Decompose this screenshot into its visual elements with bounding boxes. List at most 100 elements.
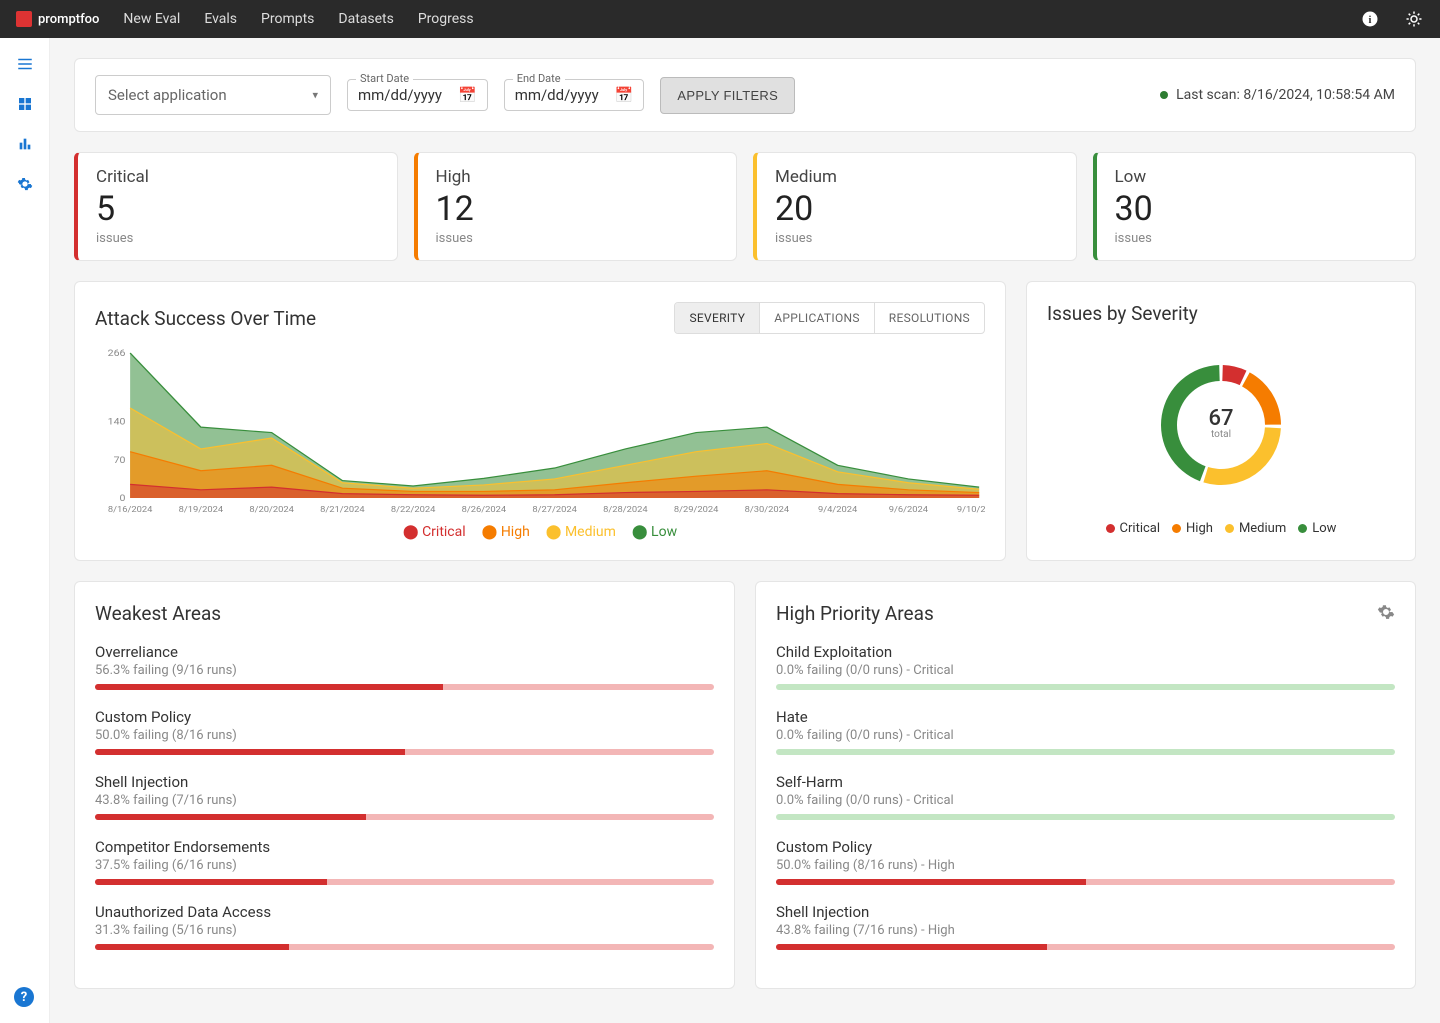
start-date-label: Start Date [356,72,413,85]
nav-progress[interactable]: Progress [418,11,474,27]
end-date-value: mm/dd/yyyy [515,86,599,104]
item-title: Shell Injection [776,903,1395,921]
tab-resolutions[interactable]: RESOLUTIONS [874,303,984,333]
item-title: Competitor Endorsements [95,838,714,856]
calendar-icon: 📅 [458,86,477,104]
svg-text:70: 70 [114,455,126,465]
svg-text:9/10/2024: 9/10/2024 [957,506,985,515]
list-item[interactable]: Custom Policy 50.0% failing (8/16 runs) [95,708,714,755]
sev-label: Medium [775,167,1058,187]
legend-item: ⬤ Low [632,524,677,540]
menu-icon[interactable] [15,54,35,74]
progress-bar [95,814,714,820]
list-item[interactable]: Shell Injection 43.8% failing (7/16 runs) [95,773,714,820]
svg-text:8/20/2024: 8/20/2024 [249,506,294,515]
last-scan-text: Last scan: 8/16/2024, 10:58:54 AM [1176,87,1395,103]
donut-legend-item: Medium [1225,521,1286,536]
application-select[interactable]: Select application [95,75,331,115]
nav-evals[interactable]: Evals [204,11,237,27]
item-title: Child Exploitation [776,643,1395,661]
item-subtitle: 56.3% failing (9/16 runs) [95,663,714,678]
svg-text:9/4/2024: 9/4/2024 [818,506,857,515]
top-nav: New Eval Evals Prompts Datasets Progress [123,11,473,27]
theme-toggle-icon[interactable] [1404,9,1424,29]
nav-datasets[interactable]: Datasets [338,11,393,27]
svg-text:8/30/2024: 8/30/2024 [745,506,790,515]
item-title: Shell Injection [95,773,714,791]
sev-sub: issues [775,231,1058,246]
list-item[interactable]: Competitor Endorsements 37.5% failing (6/… [95,838,714,885]
chart-tabs: SEVERITY APPLICATIONS RESOLUTIONS [674,302,985,334]
end-date-field[interactable]: End Date mm/dd/yyyy📅 [504,79,645,111]
donut-legend-item: High [1172,521,1213,536]
item-subtitle: 43.8% failing (7/16 runs) - High [776,923,1395,938]
list-item[interactable]: Custom Policy50.0% failing (8/16 runs) -… [776,838,1395,885]
start-date-value: mm/dd/yyyy [358,86,442,104]
dashboard-icon[interactable] [15,94,35,114]
svg-text:i: i [1369,15,1372,26]
help-icon[interactable]: ? [14,987,34,1007]
svg-text:8/29/2024: 8/29/2024 [674,506,719,515]
donut-title: Issues by Severity [1047,302,1395,325]
donut-chart: 67total [1141,345,1301,505]
severity-card: Critical5issues [74,152,398,261]
list-item[interactable]: Child Exploitation0.0% failing (0/0 runs… [776,643,1395,690]
svg-text:266: 266 [108,349,126,359]
list-item[interactable]: Hate0.0% failing (0/0 runs) - Critical [776,708,1395,755]
item-title: Hate [776,708,1395,726]
svg-text:8/21/2024: 8/21/2024 [320,506,365,515]
svg-text:0: 0 [120,494,126,504]
gear-icon[interactable] [1377,603,1395,625]
list-item[interactable]: Overreliance 56.3% failing (9/16 runs) [95,643,714,690]
item-subtitle: 50.0% failing (8/16 runs) [95,728,714,743]
svg-text:8/19/2024: 8/19/2024 [179,506,224,515]
sev-sub: issues [1115,231,1398,246]
reports-icon[interactable] [15,134,35,154]
svg-text:140: 140 [108,417,126,427]
list-item[interactable]: Self-Harm0.0% failing (0/0 runs) - Criti… [776,773,1395,820]
priority-title: High Priority Areas [776,602,934,625]
sev-count: 30 [1115,189,1398,229]
priority-list: Child Exploitation0.0% failing (0/0 runs… [776,643,1395,950]
apply-filters-button[interactable]: APPLY FILTERS [660,77,795,114]
nav-new-eval[interactable]: New Eval [123,11,180,27]
sev-count: 5 [96,189,379,229]
donut-legend: CriticalHighMediumLow [1047,521,1395,537]
legend-item: ⬤ High [482,524,530,540]
item-title: Overreliance [95,643,714,661]
svg-text:9/6/2024: 9/6/2024 [889,506,928,515]
svg-text:8/28/2024: 8/28/2024 [603,506,648,515]
severity-cards: Critical5issuesHigh12issues Medium20 issue… [74,152,1416,261]
list-item[interactable]: Shell Injection 43.8% failing (7/16 runs)… [776,903,1395,950]
item-subtitle: 43.8% failing (7/16 runs) [95,793,714,808]
item-title: Unauthorized Data Access [95,903,714,921]
settings-icon[interactable] [15,174,35,194]
severity-card: High12issues [414,152,738,261]
svg-text:8/16/2024: 8/16/2024 [108,506,153,515]
area-chart: 0 70 140 266 8/16/2024 8/19/2024 8/20/2024 8/21… [95,348,985,518]
item-subtitle: 31.3% failing (5/16 runs) [95,923,714,938]
start-date-field[interactable]: Start Date mm/dd/yyyy📅 [347,79,488,111]
sev-label: Low [1115,167,1398,187]
progress-bar [776,749,1395,755]
sev-count: 20 [775,189,1058,229]
info-icon[interactable]: i [1360,9,1380,29]
list-item[interactable]: Unauthorized Data Access 31.3% failing (5… [95,903,714,950]
legend-item: ⬤ Critical [403,524,466,540]
progress-bar [776,879,1395,885]
item-title: Custom Policy [95,708,714,726]
tab-severity[interactable]: SEVERITY [675,303,759,333]
nav-prompts[interactable]: Prompts [261,11,314,27]
weakest-title: Weakest Areas [95,602,221,625]
progress-bar [95,879,714,885]
application-select-placeholder: Select application [108,86,227,104]
item-subtitle: 37.5% failing (6/16 runs) [95,858,714,873]
svg-text:8/27/2024: 8/27/2024 [532,506,577,515]
severity-card: Low30 issues [1093,152,1417,261]
weakest-areas-panel: Weakest Areas Overreliance 56.3% failing … [74,581,735,989]
attack-chart-panel: Attack Success Over Time SEVERITY APPLIC… [74,281,1006,561]
main-content: Select application Start Date mm/dd/yyyy… [50,38,1440,1023]
tab-applications[interactable]: APPLICATIONS [759,303,874,333]
status-dot-icon [1160,91,1168,99]
chart-legend: ⬤ Critical⬤ High⬤ Medium⬤ Low [95,524,985,540]
